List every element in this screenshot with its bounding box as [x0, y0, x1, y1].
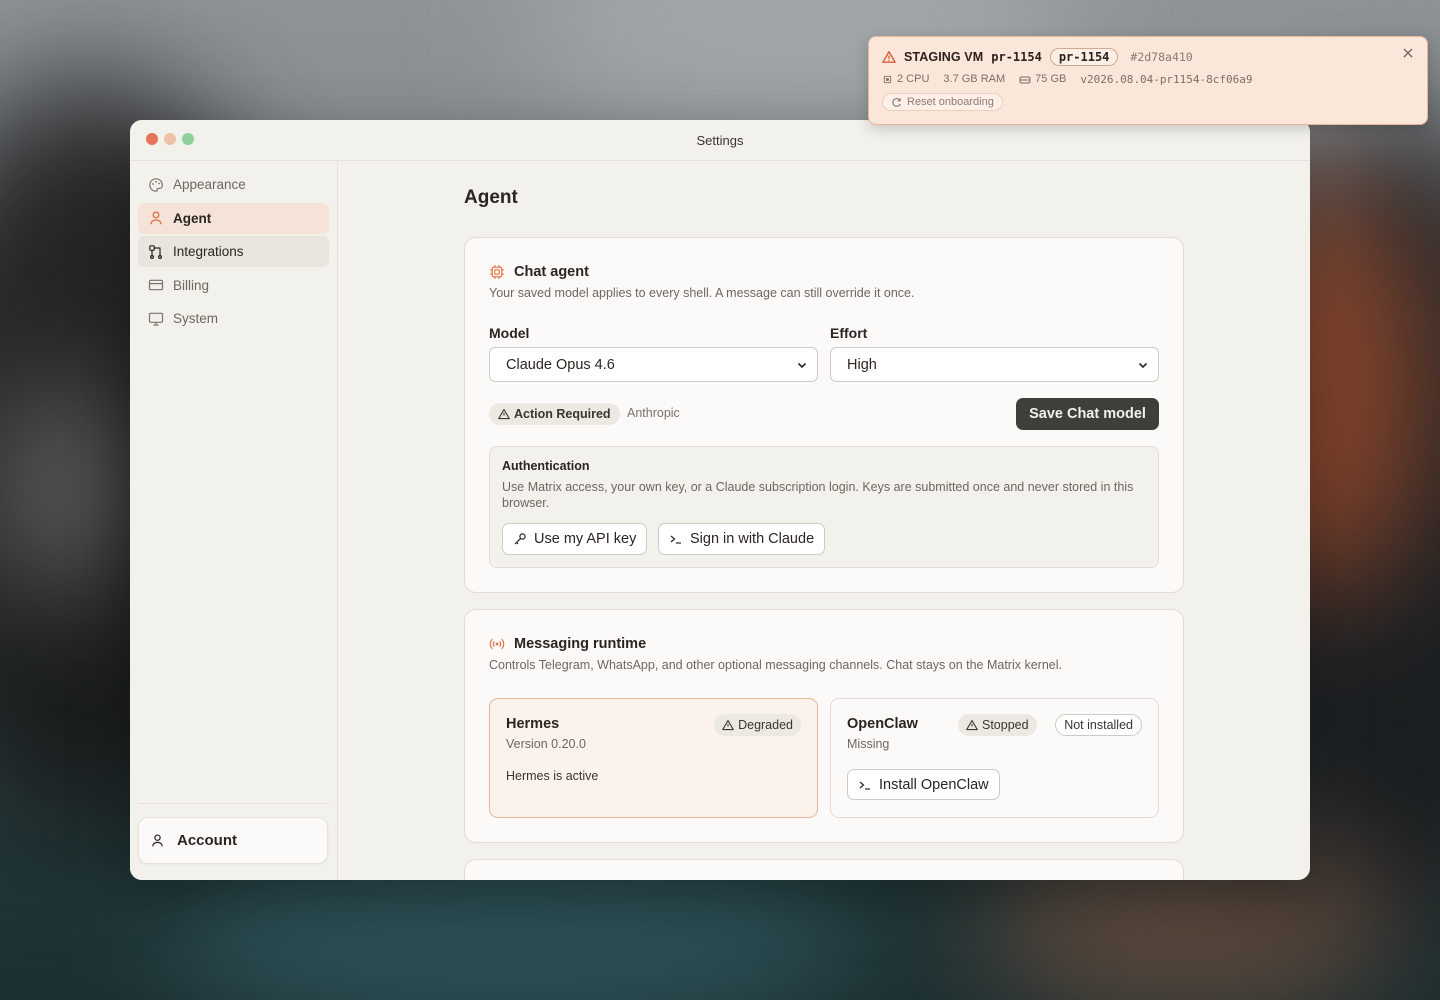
- install-openclaw-label: Install OpenClaw: [879, 776, 989, 793]
- sidebar-item-label: Billing: [173, 277, 210, 293]
- messaging-runtime-title: Messaging runtime: [514, 636, 647, 652]
- account-label: Account: [177, 832, 237, 849]
- action-required-label: Action Required: [514, 407, 611, 421]
- openclaw-name: OpenClaw: [847, 716, 918, 732]
- degraded-badge: Degraded: [714, 714, 801, 736]
- settings-window: Settings Appearance Agent Integrations B…: [130, 120, 1310, 880]
- reset-onboarding-label: Reset onboarding: [907, 96, 994, 108]
- card-icon: [148, 279, 164, 291]
- chat-agent-title: Chat agent: [514, 264, 589, 280]
- install-openclaw-button[interactable]: Install OpenClaw: [847, 769, 1000, 800]
- branch-label: pr-1154: [991, 50, 1042, 64]
- terminal-icon: [670, 535, 681, 544]
- disk-size: 75 GB: [1035, 73, 1067, 85]
- cpu-count: 2 CPU: [897, 73, 930, 85]
- sidebar-item-label: Agent: [173, 210, 212, 226]
- model-label: Model: [489, 325, 530, 341]
- close-icon[interactable]: [1401, 46, 1415, 60]
- terminal-icon: [859, 781, 870, 790]
- hermes-runtime-tile[interactable]: Hermes Version 0.20.0 Degraded Hermes is…: [489, 698, 818, 818]
- sidebar-item-label: Integrations: [173, 244, 244, 259]
- authentication-description: Use Matrix access, your own key, or a Cl…: [502, 480, 1134, 510]
- effort-select[interactable]: High: [830, 347, 1159, 382]
- maximize-window-button[interactable]: [182, 133, 194, 145]
- main-content: Agent Chat agent Your saved model applie…: [339, 161, 1310, 880]
- title-bar: Settings: [130, 120, 1310, 161]
- sidebar-item-appearance[interactable]: Appearance: [138, 169, 329, 200]
- sidebar-item-integrations[interactable]: Integrations: [138, 236, 329, 267]
- messaging-runtime-card: Messaging runtime Controls Telegram, Wha…: [464, 609, 1184, 843]
- not-installed-badge: Not installed: [1055, 714, 1142, 736]
- model-select[interactable]: Claude Opus 4.6: [489, 347, 818, 382]
- user-icon: [152, 834, 163, 847]
- sign-in-with-claude-label: Sign in with Claude: [690, 531, 815, 547]
- warning-icon: [722, 719, 734, 731]
- branch-pill: pr-1154: [1049, 48, 1119, 66]
- openclaw-runtime-tile[interactable]: OpenClaw Missing Stopped Not installed I…: [830, 698, 1159, 818]
- sign-in-with-claude-button[interactable]: Sign in with Claude: [658, 523, 826, 555]
- toast-title: STAGING VM: [904, 50, 984, 64]
- messaging-runtime-description: Controls Telegram, WhatsApp, and other o…: [489, 658, 1062, 672]
- chat-agent-description: Your saved model applies to every shell.…: [489, 286, 915, 300]
- action-required-badge: Action Required: [489, 403, 620, 425]
- use-api-key-label: Use my API key: [534, 531, 637, 547]
- authentication-panel: Authentication Use Matrix access, your o…: [489, 446, 1159, 568]
- key-icon: [514, 533, 526, 545]
- warning-icon: [882, 51, 896, 63]
- window-title: Settings: [696, 132, 744, 148]
- sidebar-divider: [138, 803, 329, 804]
- stopped-label: Stopped: [982, 718, 1029, 732]
- chevron-down-icon: [1138, 362, 1148, 369]
- version-string: v2026.08.04-pr1154-8cf06a9: [1080, 72, 1253, 86]
- openclaw-status: Missing: [847, 737, 890, 751]
- sidebar-item-label: System: [173, 311, 219, 326]
- use-api-key-button[interactable]: Use my API key: [502, 523, 648, 555]
- next-settings-card: [464, 859, 1184, 880]
- monitor-icon: [148, 312, 164, 326]
- disk-icon: [1019, 76, 1031, 83]
- stopped-badge: Stopped: [958, 714, 1037, 736]
- degraded-label: Degraded: [738, 718, 793, 732]
- commit-hash: #2d78a410: [1130, 50, 1193, 64]
- staging-toast: STAGING VM pr-1154 pr-1154 #2d78a410 2 C…: [868, 36, 1428, 125]
- hermes-status: Hermes is active: [506, 769, 599, 783]
- user-icon: [150, 211, 162, 225]
- sidebar-item-billing[interactable]: Billing: [138, 270, 329, 301]
- authentication-title: Authentication: [502, 459, 590, 473]
- chat-agent-card: Chat agent Your saved model applies to e…: [464, 237, 1184, 593]
- effort-value: High: [847, 356, 877, 373]
- integrations-icon: [149, 244, 163, 259]
- reset-onboarding-button[interactable]: Reset onboarding: [882, 93, 1003, 111]
- ram-amount: 3.7 GB RAM: [943, 73, 1006, 85]
- not-installed-label: Not installed: [1064, 718, 1133, 732]
- warning-icon: [498, 408, 510, 420]
- sidebar-item-label: Appearance: [173, 177, 246, 192]
- minimize-window-button[interactable]: [164, 133, 176, 145]
- sidebar-item-system[interactable]: System: [138, 303, 329, 334]
- save-chat-model-button[interactable]: Save Chat model: [1016, 398, 1159, 430]
- chevron-down-icon: [797, 362, 807, 369]
- refresh-icon: [892, 97, 901, 107]
- close-window-button[interactable]: [146, 133, 158, 145]
- chip-icon: [490, 265, 504, 279]
- palette-icon: [149, 177, 163, 192]
- page-title: Agent: [464, 187, 518, 208]
- account-button[interactable]: Account: [138, 817, 328, 864]
- sidebar: Appearance Agent Integrations Billing Sy…: [130, 161, 338, 880]
- hermes-version: Version 0.20.0: [506, 737, 586, 751]
- sidebar-item-agent[interactable]: Agent: [138, 202, 329, 234]
- provider-label: Anthropic: [627, 406, 680, 420]
- hermes-name: Hermes: [506, 716, 560, 732]
- warning-icon: [966, 719, 978, 731]
- cpu-icon: [883, 75, 892, 83]
- effort-label: Effort: [830, 325, 868, 341]
- broadcast-icon: [489, 638, 505, 650]
- model-value: Claude Opus 4.6: [506, 356, 615, 373]
